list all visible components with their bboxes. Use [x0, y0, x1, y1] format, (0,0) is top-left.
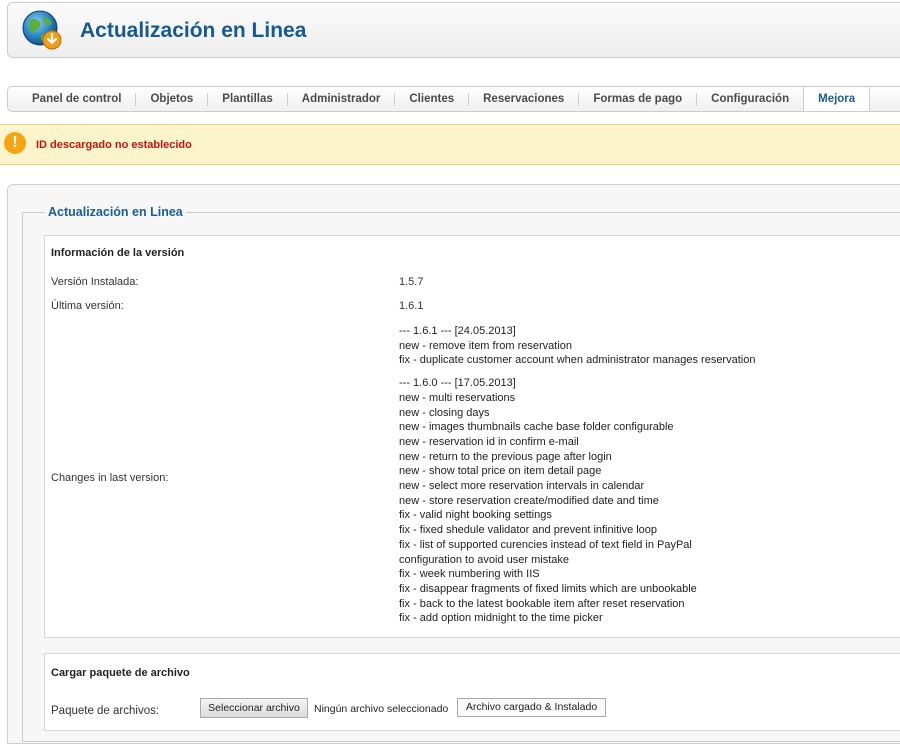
- tab-reservaciones[interactable]: Reservaciones: [468, 92, 578, 106]
- tab-configuracion[interactable]: Configuración: [696, 92, 803, 106]
- changelog-item: new - select more reservation intervals …: [399, 480, 645, 493]
- main-tabs: Panel de control Objetos Plantillas Admi…: [7, 86, 900, 112]
- changelog-item: fix - back to the latest bookable item a…: [399, 597, 685, 610]
- page-header: Actualización en Linea: [7, 2, 900, 58]
- changelog-item: new - images thumbnails cache base folde…: [399, 421, 674, 434]
- upload-title: Cargar paquete de archivo: [51, 667, 190, 679]
- tab-panel-de-control[interactable]: Panel de control: [8, 93, 135, 106]
- package-label: Paquete de archivos:: [51, 705, 160, 717]
- installed-version-label: Versión Instalada:: [51, 276, 139, 288]
- tab-clientes[interactable]: Clientes: [394, 92, 468, 106]
- changes-label: Changes in last version:: [51, 472, 169, 484]
- fieldset-legend: Actualización en Linea: [45, 205, 186, 219]
- tab-mejora[interactable]: Mejora: [803, 87, 871, 111]
- changelog-item: fix - week numbering with IIS: [399, 568, 540, 581]
- changelog-item: fix - fixed shedule validator and preven…: [399, 524, 658, 537]
- choose-file-button[interactable]: Seleccionar archivo: [200, 698, 308, 718]
- warning-notice: ! ID descargado no establecido: [0, 124, 900, 165]
- latest-version-value: 1.6.1: [399, 300, 424, 312]
- changelog-item: new - closing days: [399, 406, 490, 419]
- changelog-item: fix - duplicate customer account when ad…: [399, 354, 756, 367]
- warning-icon: !: [4, 132, 26, 154]
- changelog-header: --- 1.6.1 --- [24.05.2013]: [399, 325, 516, 337]
- changelog-item: new - return to the previous page after …: [399, 450, 612, 463]
- tab-plantillas[interactable]: Plantillas: [207, 92, 287, 106]
- changelog-item: fix - valid night booking settings: [399, 509, 552, 522]
- tab-formas-de-pago[interactable]: Formas de pago: [578, 92, 696, 106]
- upload-install-button[interactable]: Archivo cargado & Instalado: [457, 698, 606, 717]
- changelog-item: new - multi reservations: [399, 391, 516, 404]
- changelog-item: configuration to avoid user mistake: [399, 553, 569, 566]
- changelog-item: fix - add option midnight to the time pi…: [399, 612, 603, 625]
- changelog-item: new - show total price on item detail pa…: [399, 465, 602, 478]
- changelog-item: new - store reservation create/modified …: [399, 494, 659, 507]
- changelog-item: fix - disappear fragments of fixed limit…: [399, 582, 697, 595]
- tab-administrador[interactable]: Administrador: [286, 92, 395, 106]
- changelog-header: --- 1.6.0 --- [17.05.2013]: [399, 377, 516, 390]
- page-title: Actualización en Linea: [80, 19, 307, 42]
- changelog-item: new - reservation id in confirm e-mail: [399, 435, 579, 448]
- tab-objetos[interactable]: Objetos: [135, 92, 207, 106]
- changelog: --- 1.6.1 --- [24.05.2013] new - remove …: [399, 324, 879, 634]
- changelog-block: --- 1.6.0 --- [17.05.2013] new - multi r…: [399, 376, 879, 626]
- version-info-title: Información de la versión: [51, 247, 185, 259]
- latest-version-label: Última versión:: [51, 300, 124, 312]
- file-status-text: Ningún archivo seleccionado: [314, 703, 449, 715]
- version-info-box: Información de la versión Versión Instal…: [44, 235, 900, 638]
- globe-download-icon: [22, 10, 62, 50]
- changelog-item: new - remove item from reservation: [399, 339, 572, 352]
- changelog-item: fix - list of supported curencies instea…: [399, 538, 692, 551]
- notice-text: ID descargado no establecido: [36, 139, 192, 151]
- upload-box: Cargar paquete de archivo Paquete de arc…: [44, 653, 900, 731]
- changelog-block: --- 1.6.1 --- [24.05.2013] new - remove …: [399, 324, 879, 368]
- installed-version-value: 1.5.7: [399, 276, 424, 288]
